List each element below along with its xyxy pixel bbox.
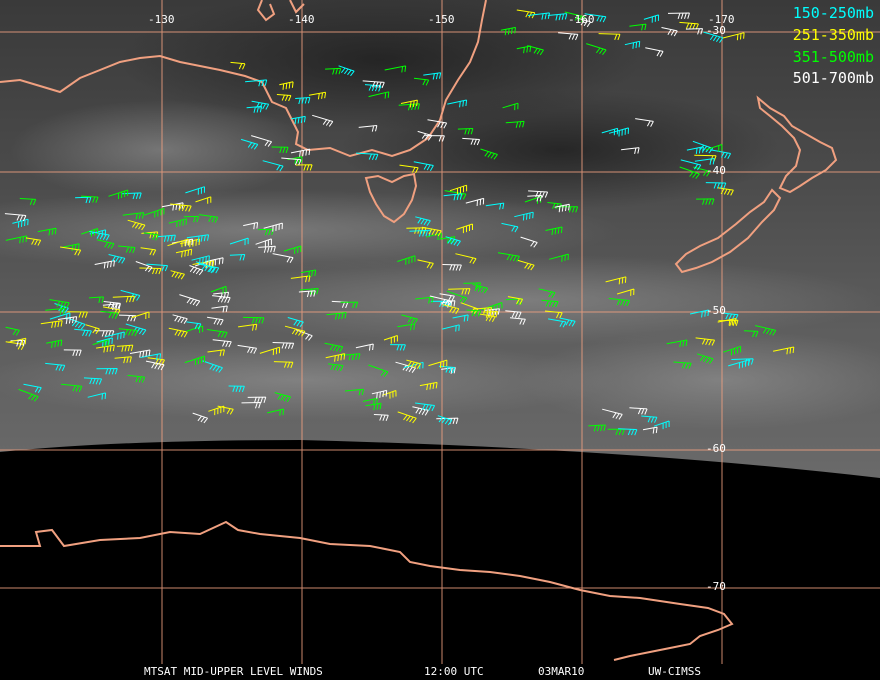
satellite-map: -130 -140 -150 -160 -170 -30 -40 -50 -60…: [0, 0, 880, 680]
legend-251-350: 251-350mb: [792, 26, 874, 44]
latitude-label: -40: [706, 164, 726, 177]
latitude-label: -70: [706, 580, 726, 593]
latitude-label: -50: [706, 304, 726, 317]
map-canvas: [0, 0, 880, 664]
longitude-label: -150: [428, 13, 455, 26]
caption-bar: MTSAT MID-UPPER LEVEL WINDS 12:00 UTC 03…: [0, 665, 880, 678]
longitude-label: -160: [568, 13, 595, 26]
product-time: 12:00 UTC: [424, 665, 484, 678]
latitude-label: -60: [706, 442, 726, 455]
longitude-label: -140: [288, 13, 315, 26]
legend-150-250: 150-250mb: [792, 4, 874, 22]
longitude-label: -130: [148, 13, 175, 26]
product-credit: UW-CIMSS: [648, 665, 701, 678]
legend-351-500: 351-500mb: [792, 48, 874, 66]
legend-501-700: 501-700mb: [792, 69, 874, 87]
latitude-label: -30: [706, 24, 726, 37]
antarctica-coastline: [0, 520, 734, 661]
product-date: 03MAR10: [538, 665, 585, 678]
product-title: MTSAT MID-UPPER LEVEL WINDS: [144, 665, 323, 678]
